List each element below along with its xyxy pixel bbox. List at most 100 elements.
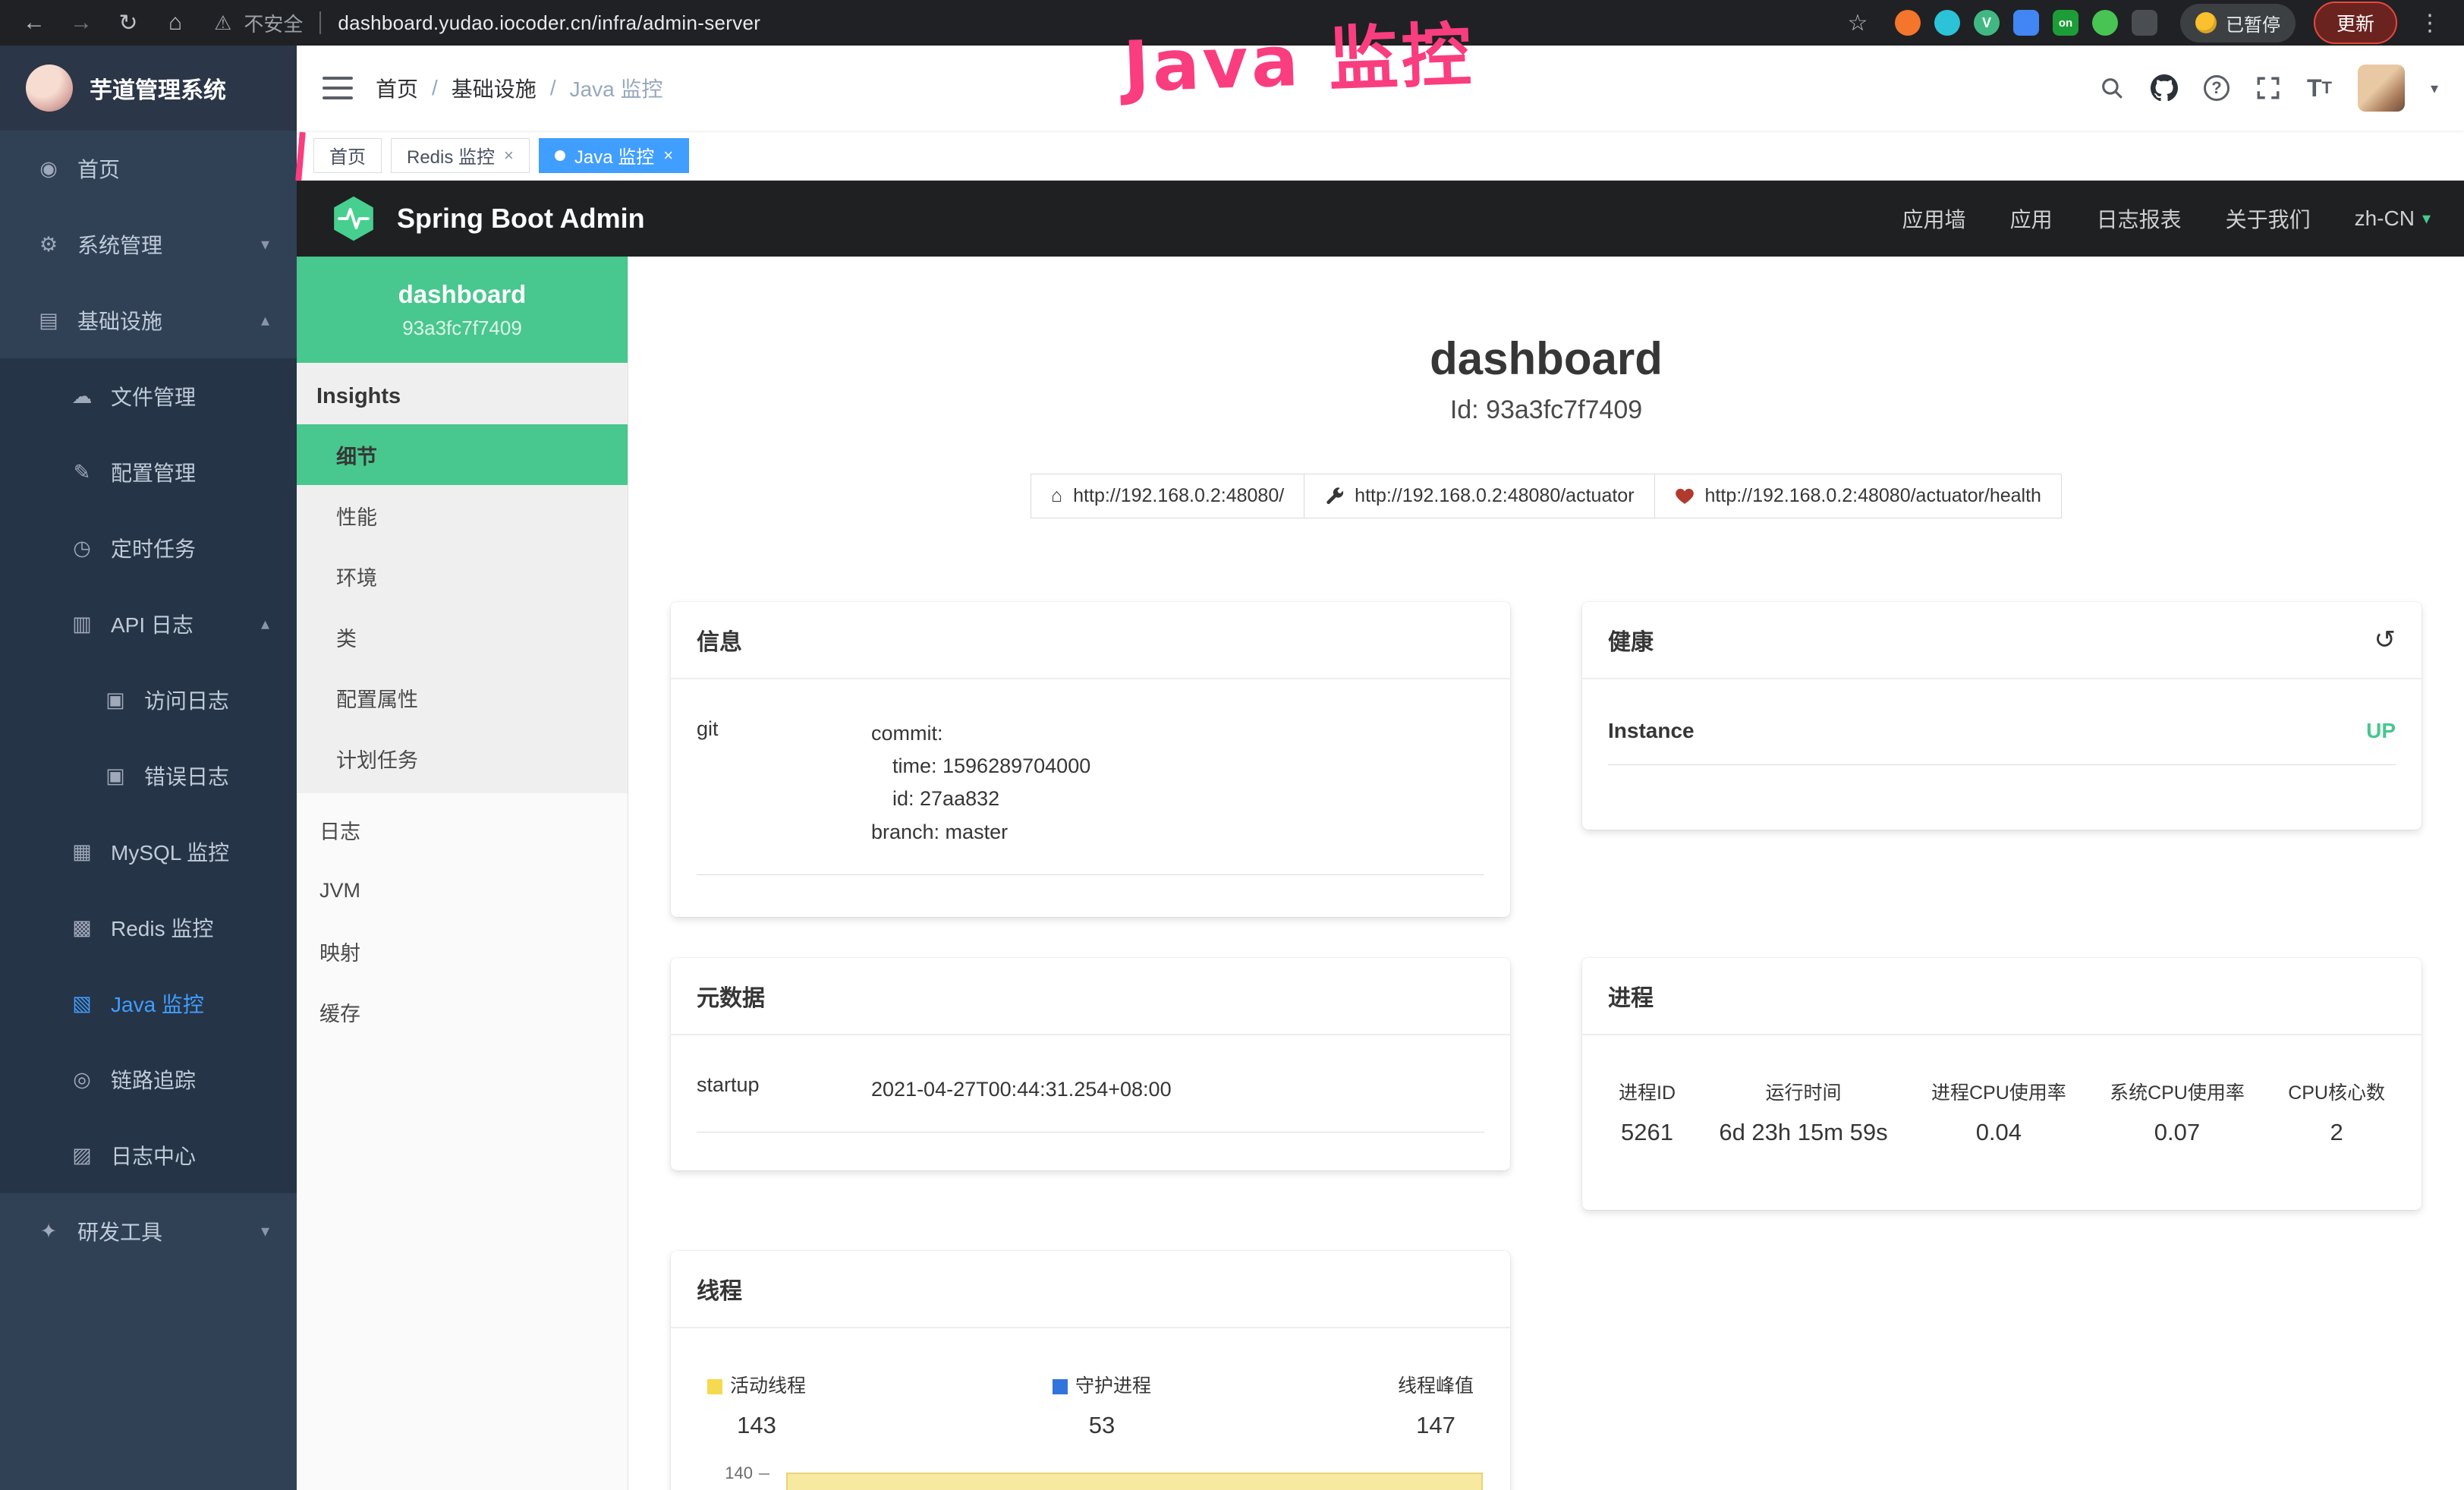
sidebar-item-home[interactable]: ◉ 首页 — [0, 131, 297, 206]
chevron-up-icon: ▴ — [261, 310, 269, 330]
tab-redis-monitor[interactable]: Redis 监控 × — [391, 138, 530, 173]
sidebar-item-error-logs[interactable]: ▣ 错误日志 — [0, 738, 297, 814]
link-label: http://192.168.0.2:48080/actuator/health — [1705, 485, 2041, 507]
home-icon: ⌂ — [1051, 485, 1062, 507]
sba-nav-about[interactable]: 关于我们 — [2226, 203, 2311, 234]
tab-label: 首页 — [329, 142, 366, 169]
sba-sidebar-item-details[interactable]: 细节 — [297, 424, 628, 485]
sba-sidebar-item-jvm[interactable]: JVM — [297, 860, 628, 921]
sba-nav-applications[interactable]: 应用 — [2010, 203, 2053, 234]
sidebar-item-config-management[interactable]: ✎ 配置管理 — [0, 434, 297, 510]
extension-leaf-icon[interactable] — [2092, 10, 2118, 36]
switchyomega-icon[interactable]: on — [2053, 10, 2079, 36]
sidebar-item-mysql-monitor[interactable]: ▦ MySQL 监控 — [0, 814, 297, 890]
breadcrumb-infrastructure[interactable]: 基础设施 — [452, 73, 537, 103]
sba-brand-title[interactable]: Spring Boot Admin — [397, 203, 645, 235]
sidebar-item-java-monitor[interactable]: ▧ Java 监控 — [0, 966, 297, 1041]
bookmark-star-icon[interactable]: ☆ — [1843, 10, 1872, 36]
chrome-update-button[interactable]: 更新 — [2314, 2, 2397, 44]
sidebar-item-link-tracing[interactable]: ◎ 链路追踪 — [0, 1041, 297, 1117]
peak-threads-stat: 线程峰值 147 — [1398, 1371, 1474, 1439]
sidebar-item-access-logs[interactable]: ▣ 访问日志 — [0, 662, 297, 738]
extension-grid-icon[interactable] — [2013, 10, 2039, 36]
sidebar-item-label: 文件管理 — [111, 381, 196, 411]
help-icon[interactable]: ? — [2204, 75, 2230, 101]
sidebar-item-system[interactable]: ⚙ 系统管理 ▾ — [0, 206, 297, 282]
actuator-url-link[interactable]: http://192.168.0.2:48080/actuator — [1304, 474, 1654, 518]
sba-sidebar-item-environment[interactable]: 环境 — [297, 546, 628, 606]
sidebar-item-file-management[interactable]: ☁ 文件管理 — [0, 358, 297, 434]
link-label: http://192.168.0.2:48080/ — [1073, 485, 1284, 507]
sidebar-item-redis-monitor[interactable]: ▩ Redis 监控 — [0, 890, 297, 966]
sidebar-item-scheduled-tasks[interactable]: ◷ 定时任务 — [0, 510, 297, 586]
extension-teal-icon[interactable] — [1934, 10, 1960, 36]
sba-sidebar-item-caches[interactable]: 缓存 — [297, 981, 628, 1042]
instance-links: ⌂ http://192.168.0.2:48080/ http://192.1… — [671, 474, 2422, 518]
github-icon[interactable] — [2151, 74, 2178, 102]
health-url-link[interactable]: http://192.168.0.2:48080/actuator/health — [1655, 474, 2062, 518]
sba-sidebar-item-performance[interactable]: 性能 — [297, 485, 628, 546]
insights-group-label: Insights — [297, 363, 628, 424]
address-bar[interactable]: ⚠ 不安全 dashboard.yudao.iocoder.cn/infra/a… — [214, 9, 1825, 37]
health-card-header: 健康 ↺ — [1582, 602, 2422, 679]
back-button[interactable]: ← — [20, 10, 49, 36]
tab-java-monitor[interactable]: Java 监控 × — [539, 138, 689, 173]
sidebar-item-label: 配置管理 — [111, 457, 196, 487]
sidebar-item-log-center[interactable]: ▨ 日志中心 — [0, 1117, 297, 1193]
mysql-icon: ▦ — [68, 840, 96, 864]
sba-sidebar-item-config-props[interactable]: 配置属性 — [297, 667, 628, 728]
process-stats: 进程ID 5261 运行时间 6d 23h 15m 59s 进程CPU使用率 — [1608, 1051, 2396, 1184]
sba-sidebar-item-logs[interactable]: 日志 — [297, 799, 628, 860]
instance-header[interactable]: dashboard 93a3fc7f7409 — [297, 257, 628, 363]
hamburger-icon[interactable] — [323, 77, 353, 99]
tab-label: Redis 监控 — [407, 142, 495, 169]
heartbeat-icon — [1675, 487, 1695, 506]
active-threads-area — [786, 1473, 1483, 1490]
forward-button[interactable]: → — [67, 10, 96, 36]
uptime-stat: 运行时间 6d 23h 15m 59s — [1719, 1078, 1887, 1146]
sba-navbar: Spring Boot Admin 应用墙 应用 日志报表 关于我们 zh-CN… — [297, 181, 2464, 257]
paused-extension-badge[interactable]: 已暂停 — [2180, 4, 2296, 43]
user-avatar[interactable] — [2358, 65, 2405, 112]
vue-devtools-icon[interactable]: V — [1974, 10, 2000, 36]
sba-sidebar-item-classes[interactable]: 类 — [297, 606, 628, 667]
security-label[interactable]: 不安全 — [244, 9, 303, 37]
sidebar-item-label: 错误日志 — [144, 761, 229, 791]
sba-sidebar-item-scheduled-tasks[interactable]: 计划任务 — [297, 728, 628, 789]
breadcrumb-home[interactable]: 首页 — [376, 73, 418, 103]
font-size-icon[interactable]: TT — [2307, 74, 2332, 102]
browser-home-button[interactable]: ⌂ — [161, 10, 190, 36]
history-icon[interactable]: ↺ — [2374, 625, 2396, 655]
sidebar-item-infrastructure[interactable]: ▤ 基础设施 ▴ — [0, 282, 297, 358]
sidebar-item-api-logs[interactable]: ▥ API 日志 ▴ — [0, 586, 297, 662]
health-instance-row[interactable]: Instance UP — [1608, 695, 2396, 765]
service-url-link[interactable]: ⌂ http://192.168.0.2:48080/ — [1031, 474, 1304, 518]
app-logo[interactable]: 芋道管理系统 — [0, 46, 297, 131]
sidebar-item-label: 研发工具 — [77, 1216, 162, 1246]
browser-menu-icon[interactable]: ⋮ — [2415, 10, 2444, 36]
sidebar-item-label: 链路追踪 — [111, 1064, 196, 1095]
close-icon[interactable]: × — [663, 146, 673, 165]
sidebar-item-label: 日志中心 — [111, 1140, 196, 1170]
user-menu-caret-icon[interactable]: ▾ — [2431, 79, 2438, 98]
trace-icon: ◎ — [68, 1068, 96, 1092]
tab-home[interactable]: 首页 — [313, 138, 382, 173]
extension-puzzle-icon[interactable] — [2132, 10, 2157, 36]
process-card: 进程 进程ID 5261 运行时间 — [1582, 958, 2422, 1210]
sidebar-item-dev-tools[interactable]: ✦ 研发工具 ▾ — [0, 1193, 297, 1269]
sba-sidebar-item-mappings[interactable]: 映射 — [297, 921, 628, 981]
wrench-icon — [1324, 487, 1344, 506]
search-icon[interactable] — [2099, 75, 2125, 101]
infrastructure-icon: ▤ — [35, 309, 62, 332]
refresh-button[interactable]: ↻ — [114, 10, 143, 36]
sba-nav-wall[interactable]: 应用墙 — [1902, 203, 1966, 234]
locale-selector[interactable]: zh-CN ▾ — [2355, 206, 2431, 231]
page-instance-id: Id: 93a3fc7f7409 — [671, 395, 2422, 425]
fullscreen-icon[interactable] — [2255, 75, 2281, 101]
sba-nav-journal[interactable]: 日志报表 — [2097, 203, 2182, 234]
sidebar-item-label: API 日志 — [111, 609, 194, 639]
edit-icon: ✎ — [68, 461, 96, 484]
close-icon[interactable]: × — [504, 146, 514, 165]
url-text[interactable]: dashboard.yudao.iocoder.cn/infra/admin-s… — [338, 11, 760, 35]
extension-orange-icon[interactable] — [1895, 10, 1921, 36]
